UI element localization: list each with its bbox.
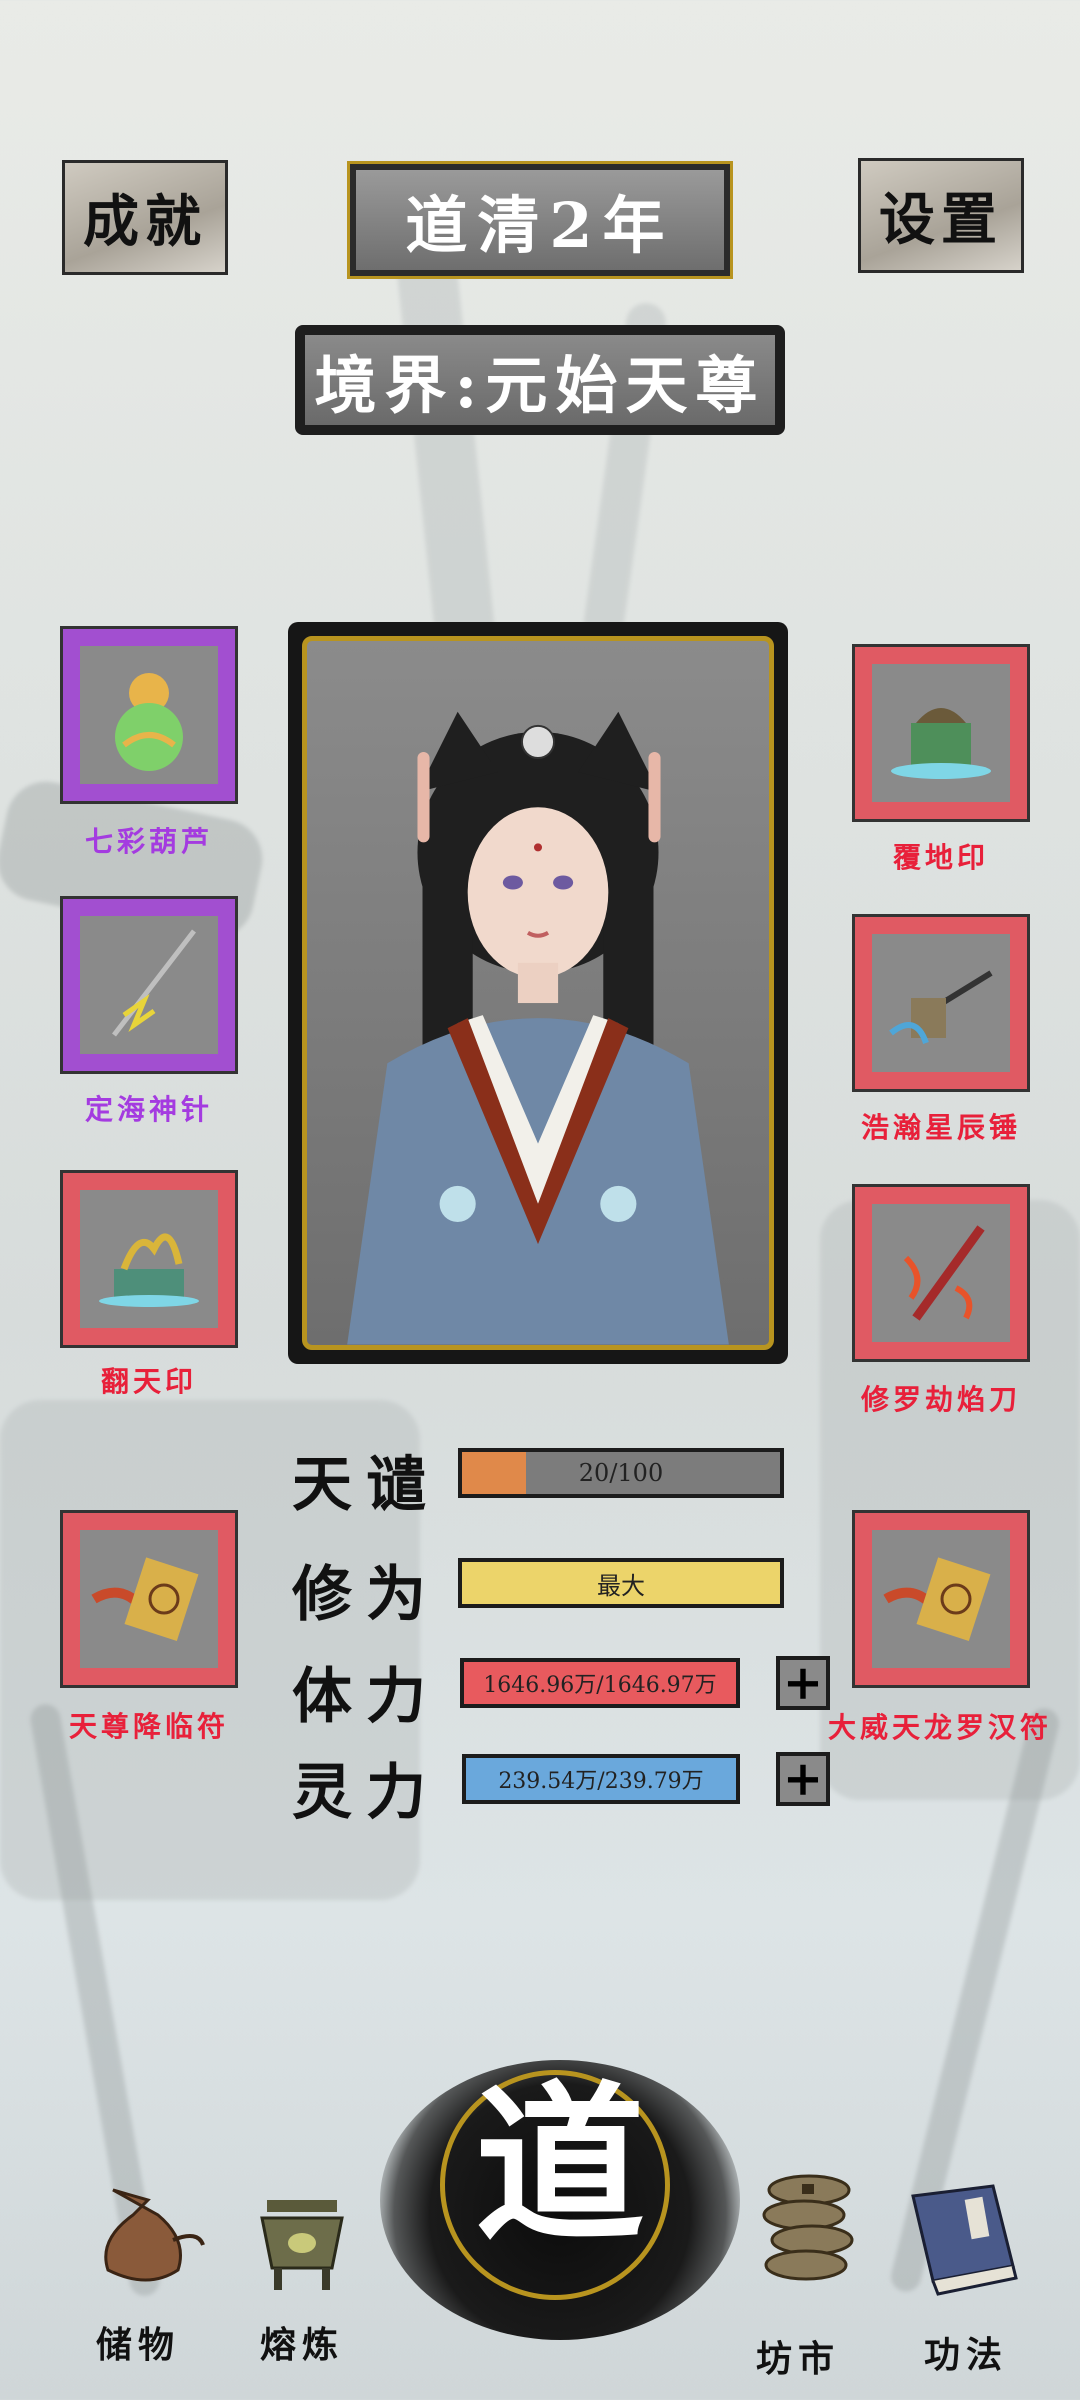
item-slot-left-4[interactable]: [60, 1510, 238, 1688]
nav-techniques[interactable]: 功法: [890, 2176, 1040, 2386]
nav-techniques-label: 功法: [924, 2334, 1009, 2376]
character-illustration-icon: [347, 711, 729, 1345]
dragon-seal-icon: [80, 1190, 218, 1328]
achievements-label: 成就: [83, 189, 207, 255]
item-slot-right-1[interactable]: [852, 644, 1030, 822]
achievements-button[interactable]: 成就: [62, 160, 228, 275]
tribulation-label: 天谴: [292, 1450, 440, 1520]
character-portrait-frame[interactable]: [288, 622, 788, 1364]
nav-dao-label: 道: [474, 2065, 645, 2265]
nav-refine[interactable]: 熔炼: [232, 2180, 372, 2380]
spirit-bar: 239.54万/239.79万: [462, 1754, 740, 1804]
item-label-right-1: 覆地印: [892, 841, 989, 874]
tribulation-value: 20/100: [578, 1459, 664, 1487]
stamina-plus-button[interactable]: +: [776, 1656, 830, 1710]
stamina-value: 1646.96万/1646.97万: [483, 1673, 717, 1698]
spirit-plus-button[interactable]: +: [776, 1752, 830, 1806]
year-banner: 道清2年: [347, 161, 733, 279]
spirit-label: 灵力: [292, 1758, 440, 1828]
nav-market[interactable]: 坊市: [740, 2160, 880, 2380]
character-portrait: [302, 636, 774, 1350]
item-slot-left-3[interactable]: [60, 1170, 238, 1348]
nav-dao-button[interactable]: 道: [380, 2050, 740, 2350]
item-label-left-1: 七彩葫芦: [84, 825, 213, 858]
item-label-right-3: 修罗劫焰刀: [860, 1383, 1021, 1416]
settings-label: 设置: [879, 187, 1003, 253]
item-label-right-2: 浩瀚星辰锤: [860, 1111, 1021, 1144]
stamina-bar: 1646.96万/1646.97万: [460, 1658, 740, 1708]
item-label-left-4: 天尊降临符: [68, 1710, 229, 1743]
spirit-value: 239.54万/239.79万: [498, 1769, 704, 1794]
tribulation-bar: 20/100: [458, 1448, 784, 1498]
earth-seal-icon: [872, 664, 1010, 802]
talisman-icon: [80, 1530, 218, 1668]
item-label-left-2: 定海神针: [84, 1093, 213, 1126]
pouch-icon: [104, 2188, 205, 2282]
nav-storage[interactable]: 储物: [70, 2170, 210, 2380]
item-slot-left-2[interactable]: [60, 896, 238, 1074]
cultivation-bar: 最大: [458, 1558, 784, 1608]
flame-sword-icon: [872, 1204, 1010, 1342]
item-label-left-3: 翻天印: [100, 1365, 197, 1398]
item-slot-right-2[interactable]: [852, 914, 1030, 1092]
nav-market-label: 坊市: [756, 2338, 841, 2380]
gourd-icon: [80, 646, 218, 784]
realm-banner: 境界:元始天尊: [295, 325, 785, 435]
tribulation-bar-fill: [462, 1452, 526, 1494]
spear-icon: [80, 916, 218, 1054]
cultivation-label: 修为: [292, 1560, 440, 1630]
item-label-right-4: 大威天龙罗汉符: [827, 1711, 1052, 1744]
settings-button[interactable]: 设置: [858, 158, 1024, 273]
stamina-label: 体力: [292, 1662, 440, 1732]
item-slot-left-1[interactable]: [60, 626, 238, 804]
cultivation-value: 最大: [597, 1571, 645, 1600]
nav-storage-label: 储物: [96, 2324, 181, 2366]
nav-refine-label: 熔炼: [260, 2324, 345, 2366]
realm-label: 境界:元始天尊: [314, 349, 766, 422]
furnace-icon: [260, 2200, 344, 2290]
hammer-icon: [872, 934, 1010, 1072]
book-icon: [911, 2184, 1018, 2296]
talisman-icon: [872, 1530, 1010, 1668]
item-slot-right-4[interactable]: [852, 1510, 1030, 1688]
item-slot-right-3[interactable]: [852, 1184, 1030, 1362]
year-label: 道清2年: [405, 189, 675, 262]
coins-icon: [762, 2174, 854, 2281]
